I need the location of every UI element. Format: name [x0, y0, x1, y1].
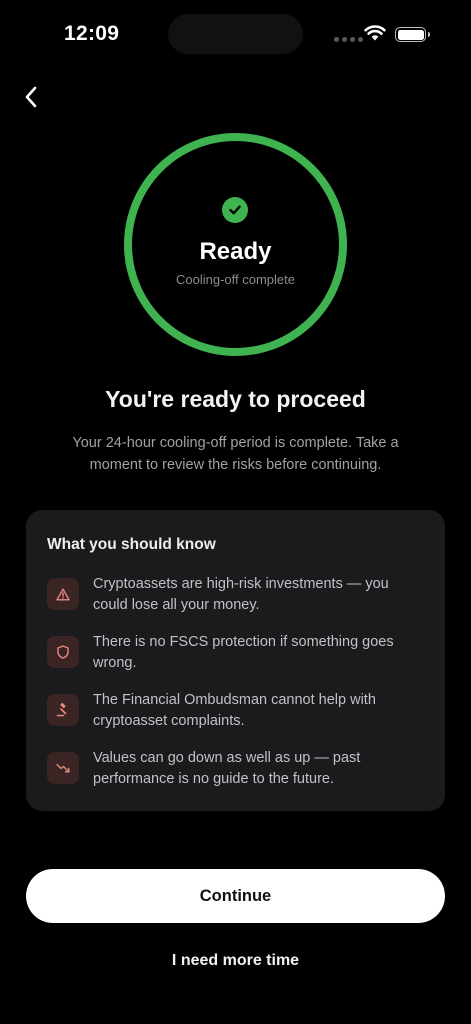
check-circle-icon	[222, 197, 248, 223]
back-button[interactable]	[14, 80, 48, 114]
trending-down-icon	[47, 752, 79, 784]
gavel-icon	[47, 694, 79, 726]
shield-icon	[47, 636, 79, 668]
status-time: 12:09	[64, 22, 120, 45]
status-bar: 12:09	[0, 0, 471, 64]
wifi-icon	[364, 25, 386, 41]
risk-card: What you should know Cryptoassets are hi…	[26, 510, 445, 811]
risk-item-text: Values can go down as well as up — past …	[93, 750, 361, 787]
battery-icon	[395, 27, 430, 42]
page-title: You're ready to proceed	[105, 386, 366, 412]
need-more-time-button[interactable]: I need more time	[135, 946, 336, 976]
intro-text: Your 24-hour cooling-off period is compl…	[72, 435, 399, 473]
dynamic-island	[168, 14, 303, 54]
chevron-left-icon	[25, 86, 37, 108]
risk-item: The Financial Ombudsman cannot help with…	[47, 690, 427, 732]
cellular-signal-icon	[334, 37, 363, 42]
status-subtitle: Cooling-off complete	[176, 272, 295, 287]
continue-button[interactable]: Continue	[26, 869, 445, 923]
risk-item-text: There is no FSCS protection if something…	[93, 634, 394, 671]
status-title: Ready	[199, 238, 272, 265]
risk-item: There is no FSCS protection if something…	[47, 632, 427, 674]
risk-item-text: Cryptoassets are high-risk investments —…	[93, 576, 389, 613]
risk-item: Values can go down as well as up — past …	[47, 748, 427, 790]
warning-triangle-icon	[47, 578, 79, 610]
risk-card-title: What you should know	[47, 536, 216, 553]
risk-item: Cryptoassets are high-risk investments —…	[47, 574, 427, 616]
risk-item-text: The Financial Ombudsman cannot help with…	[93, 692, 376, 729]
